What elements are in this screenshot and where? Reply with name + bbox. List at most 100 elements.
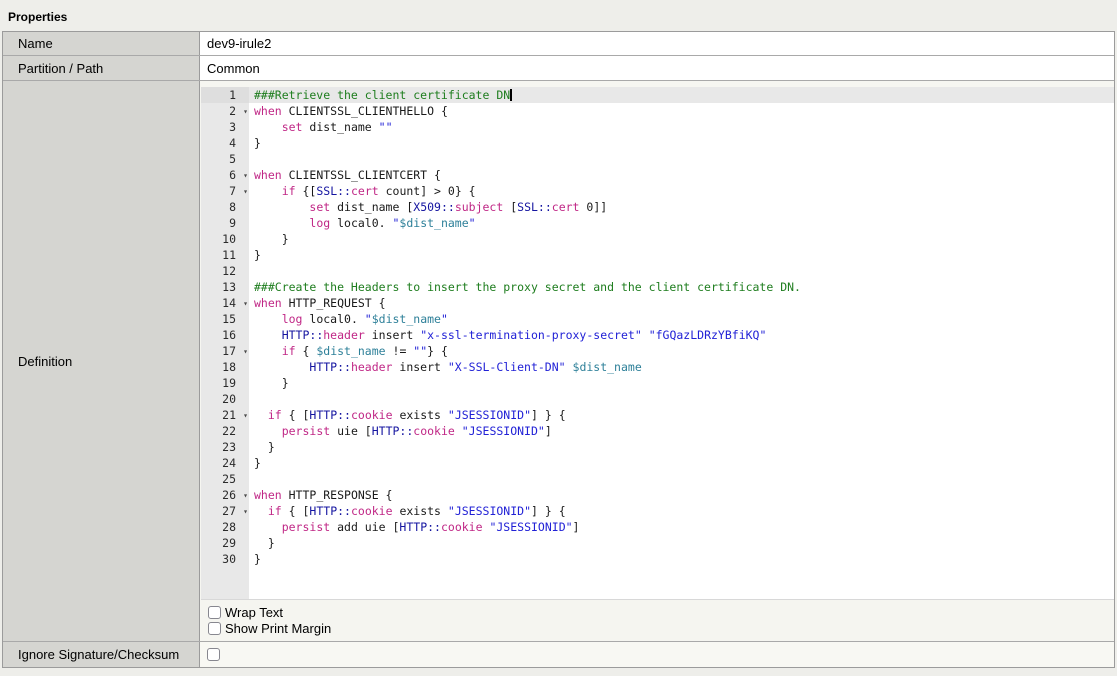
code-line[interactable]: 10 }: [201, 231, 1114, 247]
code-text: }: [249, 135, 1114, 151]
code-text: [249, 151, 1114, 167]
ignore-signature-cell: [200, 642, 1114, 667]
code-text: set dist_name "": [249, 119, 1114, 135]
code-text: when CLIENTSSL_CLIENTHELLO {: [249, 103, 1114, 119]
show-print-margin-label: Show Print Margin: [225, 621, 331, 636]
code-line[interactable]: 28 persist add uie [HTTP::cookie "JSESSI…: [201, 519, 1114, 535]
code-line[interactable]: 11}: [201, 247, 1114, 263]
code-line[interactable]: 24}: [201, 455, 1114, 471]
code-line[interactable]: 17▾ if { $dist_name != ""} {: [201, 343, 1114, 359]
code-text: if {[SSL::cert count] > 0} {: [249, 183, 1114, 199]
code-line[interactable]: 22 persist uie [HTTP::cookie "JSESSIONID…: [201, 423, 1114, 439]
line-number: 20: [201, 391, 249, 407]
code-line[interactable]: 15 log local0. "$dist_name": [201, 311, 1114, 327]
code-text: when CLIENTSSL_CLIENTCERT {: [249, 167, 1114, 183]
code-text: persist uie [HTTP::cookie "JSESSIONID"]: [249, 423, 1114, 439]
code-line[interactable]: 8 set dist_name [X509::subject [SSL::cer…: [201, 199, 1114, 215]
code-line[interactable]: 27▾ if { [HTTP::cookie exists "JSESSIONI…: [201, 503, 1114, 519]
ignore-signature-checkbox[interactable]: [207, 648, 220, 661]
code-text: }: [249, 455, 1114, 471]
code-text: }: [249, 535, 1114, 551]
code-text: when HTTP_RESPONSE {: [249, 487, 1114, 503]
fold-arrow-icon[interactable]: ▾: [243, 488, 248, 504]
code-line[interactable]: 4}: [201, 135, 1114, 151]
line-number: 7▾: [201, 183, 249, 199]
line-number: 8: [201, 199, 249, 215]
code-text: if { [HTTP::cookie exists "JSESSIONID"] …: [249, 503, 1114, 519]
fold-arrow-icon[interactable]: ▾: [243, 104, 248, 120]
code-line[interactable]: 18 HTTP::header insert "X-SSL-Client-DN"…: [201, 359, 1114, 375]
line-number: 24: [201, 455, 249, 471]
code-text: [249, 471, 1114, 487]
fold-arrow-icon[interactable]: ▾: [243, 344, 248, 360]
line-number: 16: [201, 327, 249, 343]
wrap-text-option: Wrap Text: [208, 604, 1114, 620]
code-text: }: [249, 231, 1114, 247]
fold-arrow-icon[interactable]: ▾: [243, 184, 248, 200]
code-line[interactable]: 16 HTTP::header insert "x-ssl-terminatio…: [201, 327, 1114, 343]
code-text: }: [249, 551, 1114, 567]
line-number: 25: [201, 471, 249, 487]
row-name: Name dev9-irule2: [3, 32, 1114, 56]
partition-path-label: Partition / Path: [3, 56, 200, 80]
code-text: set dist_name [X509::subject [SSL::cert …: [249, 199, 1114, 215]
code-line[interactable]: 6▾when CLIENTSSL_CLIENTCERT {: [201, 167, 1114, 183]
fold-arrow-icon[interactable]: ▾: [243, 168, 248, 184]
code-text: }: [249, 439, 1114, 455]
name-label: Name: [3, 32, 200, 55]
row-ignore-signature: Ignore Signature/Checksum: [3, 642, 1114, 667]
code-line[interactable]: 9 log local0. "$dist_name": [201, 215, 1114, 231]
fold-arrow-icon[interactable]: ▾: [243, 296, 248, 312]
code-line[interactable]: 1###Retrieve the client certificate DN: [201, 87, 1114, 103]
code-line[interactable]: 25: [201, 471, 1114, 487]
code-text: log local0. "$dist_name": [249, 215, 1114, 231]
code-line[interactable]: 26▾when HTTP_RESPONSE {: [201, 487, 1114, 503]
code-line[interactable]: 13###Create the Headers to insert the pr…: [201, 279, 1114, 295]
ignore-signature-label: Ignore Signature/Checksum: [3, 642, 200, 667]
code-editor[interactable]: 1###Retrieve the client certificate DN2▾…: [201, 87, 1114, 599]
code-text: HTTP::header insert "X-SSL-Client-DN" $d…: [249, 359, 1114, 375]
code-text: if { [HTTP::cookie exists "JSESSIONID"] …: [249, 407, 1114, 423]
code-line[interactable]: 29 }: [201, 535, 1114, 551]
code-line[interactable]: 5: [201, 151, 1114, 167]
show-print-margin-checkbox[interactable]: [208, 622, 221, 635]
code-line[interactable]: 19 }: [201, 375, 1114, 391]
code-line[interactable]: 12: [201, 263, 1114, 279]
row-definition: Definition 1###Retrieve the client certi…: [3, 81, 1114, 642]
code-text: [249, 391, 1114, 407]
line-number: 28: [201, 519, 249, 535]
line-number: 23: [201, 439, 249, 455]
properties-table: Name dev9-irule2 Partition / Path Common…: [2, 31, 1115, 668]
code-lines: 1###Retrieve the client certificate DN2▾…: [201, 87, 1114, 567]
code-line[interactable]: 14▾when HTTP_REQUEST {: [201, 295, 1114, 311]
line-number: 9: [201, 215, 249, 231]
code-line[interactable]: 30}: [201, 551, 1114, 567]
wrap-text-checkbox[interactable]: [208, 606, 221, 619]
line-number: 12: [201, 263, 249, 279]
fold-arrow-icon[interactable]: ▾: [243, 408, 248, 424]
page-title: Properties: [0, 0, 1117, 31]
code-line[interactable]: 7▾ if {[SSL::cert count] > 0} {: [201, 183, 1114, 199]
line-number: 27▾: [201, 503, 249, 519]
definition-label: Definition: [3, 81, 200, 641]
line-number: 10: [201, 231, 249, 247]
code-line[interactable]: 23 }: [201, 439, 1114, 455]
code-line[interactable]: 3 set dist_name "": [201, 119, 1114, 135]
line-number: 15: [201, 311, 249, 327]
code-text: ###Retrieve the client certificate DN: [249, 87, 1114, 103]
code-text: persist add uie [HTTP::cookie "JSESSIONI…: [249, 519, 1114, 535]
code-line[interactable]: 20: [201, 391, 1114, 407]
code-text: when HTTP_REQUEST {: [249, 295, 1114, 311]
fold-arrow-icon[interactable]: ▾: [243, 504, 248, 520]
code-line[interactable]: 21▾ if { [HTTP::cookie exists "JSESSIONI…: [201, 407, 1114, 423]
code-text: ###Create the Headers to insert the prox…: [249, 279, 1114, 295]
line-number: 14▾: [201, 295, 249, 311]
code-line[interactable]: 2▾when CLIENTSSL_CLIENTHELLO {: [201, 103, 1114, 119]
editor-options: Wrap Text Show Print Margin: [201, 599, 1114, 641]
line-number: 26▾: [201, 487, 249, 503]
row-partition-path: Partition / Path Common: [3, 56, 1114, 81]
code-text: if { $dist_name != ""} {: [249, 343, 1114, 359]
line-number: 22: [201, 423, 249, 439]
line-number: 13: [201, 279, 249, 295]
line-number: 21▾: [201, 407, 249, 423]
